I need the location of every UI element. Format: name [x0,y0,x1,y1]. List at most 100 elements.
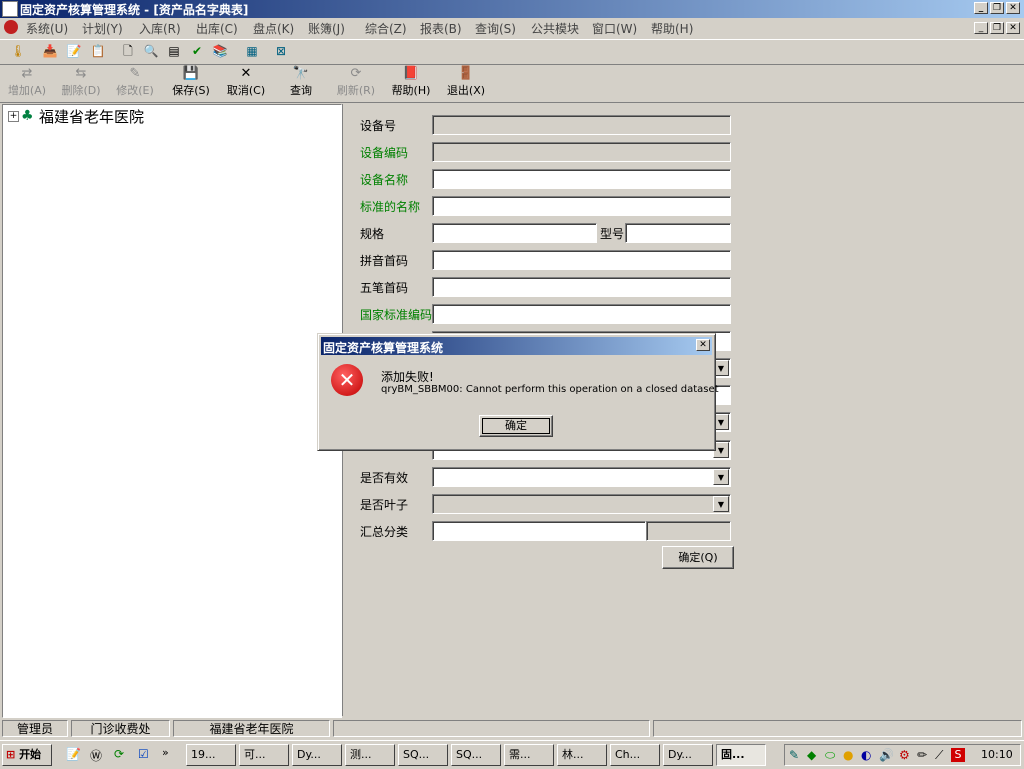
clipboard-icon[interactable]: 📋 [90,43,106,59]
exit-button[interactable]: 🚪 退出(X) [441,66,491,100]
model-input[interactable] [625,223,731,243]
standard-name-input[interactable] [432,196,731,216]
books-icon[interactable]: 📚 [212,43,228,59]
task-button-9[interactable]: Ch... [610,744,660,766]
tray-icon-3[interactable]: ⬭ [825,748,835,763]
dialog-ok-button[interactable]: 确定 [479,415,553,437]
edit-button[interactable]: ✎ 修改(E) [110,66,160,100]
minimize-icon[interactable]: _ [974,2,988,14]
delete-icon: ⇆ [75,66,87,81]
query-button[interactable]: 🔭 查询 [276,66,326,100]
menu-system[interactable]: 系统(U) [26,20,68,37]
task-button-10[interactable]: Dy... [663,744,713,766]
menu-window[interactable]: 窗口(W) [592,20,637,37]
task-button-active[interactable]: 固... [716,744,766,766]
taskbar: ⊞ 开始 📝 Ⓦ ⟳ ☑ » 19... 可... Dy... 测... SQ.… [0,740,1024,769]
task-button-1[interactable]: 19... [186,744,236,766]
new-page-icon[interactable]: 🗋 [120,43,136,59]
tray-icon-9[interactable]: S [951,748,965,762]
close-icon[interactable]: ✕ [1006,2,1020,14]
quicklaunch-icon-1[interactable]: 📝 [66,747,81,761]
tray-icon-7[interactable]: ✏ [917,748,927,762]
expand-icon[interactable]: + [8,111,19,122]
table-icon[interactable]: ▦ [244,43,260,59]
child-minimize-icon[interactable]: _ [974,22,988,34]
task-button-2[interactable]: 可... [239,744,289,766]
mdi-child-icon [4,20,18,34]
category-tree: + ♣ 福建省老年医院 [2,104,342,718]
delete-button[interactable]: ⇆ 删除(D) [56,66,106,100]
import-icon[interactable]: 📥 [42,43,58,59]
menu-plan[interactable]: 计划(Y) [82,20,123,37]
chevron-more-icon[interactable]: » [162,746,169,759]
quicklaunch-icon-4[interactable]: ☑ [138,747,149,761]
app-icon [2,1,18,17]
error-icon: ✕ [331,364,363,396]
menu-general[interactable]: 综合(Z) [365,20,407,37]
menu-ledger[interactable]: 账簿(J) [308,20,345,37]
summary-class-input[interactable] [432,521,646,541]
window-titlebar: 固定资产核算管理系统 - [资产品名字典表] _ ❐ ✕ [0,0,1024,18]
cancel-button[interactable]: ✕ 取消(C) [221,66,271,100]
tray-icon-1[interactable]: ✎ [789,748,799,762]
is-valid-combo[interactable] [432,467,731,487]
pinyin-label: 拼音首码 [360,254,409,268]
save-button[interactable]: 💾 保存(S) [166,66,216,100]
menu-public[interactable]: 公共模块 [531,20,579,37]
menu-inventory[interactable]: 盘点(K) [253,20,294,37]
tray-icon-8[interactable]: ⟋ [935,748,943,763]
chevron-down-icon[interactable]: ▼ [713,469,729,485]
exit-box-icon[interactable]: ⊠ [273,43,289,59]
standard-name-label: 标准的名称 [360,200,421,214]
edit-icon: ✎ [129,66,141,81]
find-document-icon[interactable]: 🔍 [143,43,159,59]
child-restore-icon[interactable]: ❐ [990,22,1004,34]
menu-stock-out[interactable]: 出库(C) [196,20,238,37]
task-button-3[interactable]: Dy... [292,744,342,766]
dialog-close-icon[interactable]: ✕ [696,339,710,351]
quicklaunch-icon-3[interactable]: ⟳ [114,747,124,761]
check-icon[interactable]: ✔ [189,43,205,59]
task-button-8[interactable]: 林... [557,744,607,766]
add-icon: ⇄ [21,66,33,81]
task-button-4[interactable]: 测... [345,744,395,766]
thermometer-icon[interactable]: 🌡 [10,43,26,59]
cross-icon: ✕ [240,66,252,81]
error-message-title: 添加失败! [381,370,434,384]
quicklaunch-icon-2[interactable]: Ⓦ [90,747,102,764]
model-label: 型号 [600,227,625,241]
menu-stock-in[interactable]: 入库(R) [139,20,181,37]
pinyin-input[interactable] [432,250,731,270]
task-button-6[interactable]: SQ... [451,744,501,766]
child-close-icon[interactable]: ✕ [1006,22,1020,34]
device-no-label: 设备号 [360,119,397,133]
status-bar: 管理员 门诊收费处 福建省老年医院 [0,719,1024,739]
spec-input[interactable] [432,223,597,243]
task-button-7[interactable]: 需... [504,744,554,766]
tray-icon-4[interactable]: ● [843,748,853,762]
clock: 10:10 [981,748,1013,761]
help-button[interactable]: 📕 帮助(H) [386,66,436,100]
floppy-icon: 💾 [182,66,200,81]
refresh-icon: ⟳ [350,66,362,81]
refresh-button[interactable]: ⟳ 刷新(R) [331,66,381,100]
confirm-button[interactable]: 确定(Q) [662,546,734,569]
wubi-input[interactable] [432,277,731,297]
add-button[interactable]: ⇄ 增加(A) [2,66,52,100]
exit-door-icon: 🚪 [457,66,475,81]
restore-icon[interactable]: ❐ [990,2,1004,14]
tray-icon-6[interactable]: ⚙ [899,748,910,762]
volume-icon[interactable]: 🔊 [879,748,894,762]
menu-help[interactable]: 帮助(H) [651,20,693,37]
form-icon[interactable]: ▤ [166,43,182,59]
start-button[interactable]: ⊞ 开始 [2,744,52,766]
document-edit-icon[interactable]: 📝 [66,43,82,59]
tree-root-node[interactable]: 福建省老年医院 [39,106,144,127]
menu-query[interactable]: 查询(S) [475,20,516,37]
task-button-5[interactable]: SQ... [398,744,448,766]
tray-icon-5[interactable]: ◐ [861,748,871,762]
tray-icon-2[interactable]: ◆ [807,748,816,762]
national-code-input[interactable] [432,304,731,324]
device-name-input[interactable] [432,169,731,189]
menu-report[interactable]: 报表(B) [420,20,462,37]
